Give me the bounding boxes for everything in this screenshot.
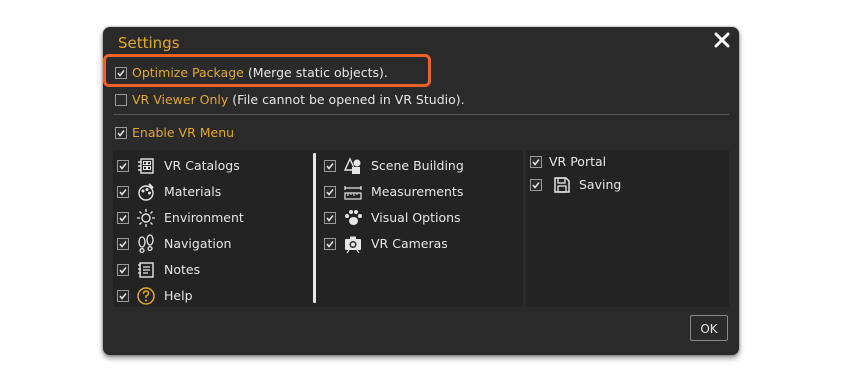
vr-viewer-only-note: (File cannot be opened in VR Studio).	[232, 92, 465, 107]
navigation-checkbox[interactable]	[117, 238, 129, 250]
save-icon	[554, 177, 570, 193]
environment-checkbox[interactable]	[117, 212, 129, 224]
menu-item-navigation[interactable]: Navigation	[117, 234, 307, 254]
menu-item-notes[interactable]: Notes	[117, 260, 307, 280]
menu-item-label: VR Portal	[549, 154, 607, 169]
shapes-icon	[343, 157, 361, 174]
menu-item-measurements[interactable]: Measurements	[324, 182, 514, 202]
menu-item-label: Help	[164, 288, 193, 303]
menu-item-label: Scene Building	[371, 158, 464, 173]
scrollbar-thumb[interactable]	[313, 153, 316, 303]
menu-item-label: VR Catalogs	[164, 158, 240, 173]
menu-item-vr-portal[interactable]: VR Portal	[530, 152, 720, 172]
menu-panel-right	[526, 150, 729, 307]
menu-item-vr-cameras[interactable]: VR Cameras	[324, 234, 514, 254]
footprints-icon	[138, 234, 154, 253]
vr-viewer-only-row: VR Viewer Only (File cannot be opened in…	[132, 92, 465, 108]
close-icon[interactable]	[713, 31, 731, 49]
sun-icon	[137, 209, 155, 227]
enable-vr-menu-checkbox[interactable]	[115, 127, 127, 139]
menu-item-label: Measurements	[371, 184, 464, 199]
ruler-icon	[344, 186, 362, 200]
menu-item-label: VR Cameras	[371, 236, 448, 251]
help-checkbox[interactable]	[117, 290, 129, 302]
notes-checkbox[interactable]	[117, 264, 129, 276]
vr-catalogs-checkbox[interactable]	[117, 160, 129, 172]
menu-item-label: Materials	[164, 184, 222, 199]
menu-item-environment[interactable]: Environment	[117, 208, 307, 228]
menu-item-label: Navigation	[164, 236, 232, 251]
menu-item-scene-building[interactable]: Scene Building	[324, 156, 514, 176]
paw-icon	[345, 210, 362, 225]
divider	[113, 114, 729, 115]
materials-checkbox[interactable]	[117, 186, 129, 198]
ok-button[interactable]: OK	[690, 315, 728, 341]
highlight-box	[103, 54, 431, 87]
visual-options-checkbox[interactable]	[324, 212, 336, 224]
vr-cameras-checkbox[interactable]	[324, 238, 336, 250]
menu-item-help[interactable]: Help	[117, 286, 307, 306]
dialog-title: Settings	[118, 34, 180, 52]
enable-vr-menu-label: Enable VR Menu	[132, 125, 235, 140]
notes-icon	[138, 262, 154, 278]
menu-item-label: Environment	[164, 210, 244, 225]
menu-item-visual-options[interactable]: Visual Options	[324, 208, 514, 228]
camera-icon	[345, 236, 361, 254]
vr-viewer-only-checkbox[interactable]	[115, 94, 127, 106]
materials-icon	[138, 183, 154, 201]
vr-viewer-only-label: VR Viewer Only	[132, 92, 229, 107]
menu-item-saving[interactable]: Saving	[530, 175, 720, 195]
measurements-checkbox[interactable]	[324, 186, 336, 198]
settings-dialog: Settings Optimize Package (Merge static …	[103, 27, 739, 355]
catalog-icon	[138, 158, 154, 174]
vr-portal-checkbox[interactable]	[530, 156, 542, 168]
help-icon	[137, 287, 155, 305]
scene-building-checkbox[interactable]	[324, 160, 336, 172]
menu-item-vr-catalogs[interactable]: VR Catalogs	[117, 156, 307, 176]
menu-item-materials[interactable]: Materials	[117, 182, 307, 202]
saving-checkbox[interactable]	[530, 179, 542, 191]
menu-item-label: Saving	[579, 177, 622, 192]
menu-item-label: Notes	[164, 262, 201, 277]
menu-item-label: Visual Options	[371, 210, 461, 225]
